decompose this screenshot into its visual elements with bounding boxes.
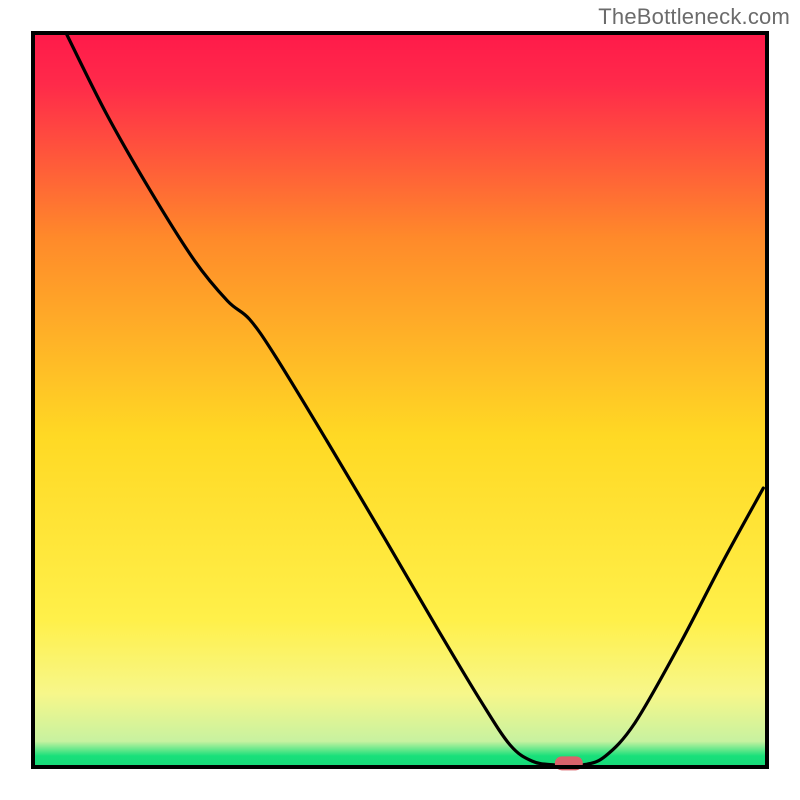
chart-container: TheBottleneck.com: [0, 0, 800, 800]
chart-svg: [0, 0, 800, 800]
plot-background: [33, 33, 767, 767]
watermark-text: TheBottleneck.com: [598, 4, 790, 30]
